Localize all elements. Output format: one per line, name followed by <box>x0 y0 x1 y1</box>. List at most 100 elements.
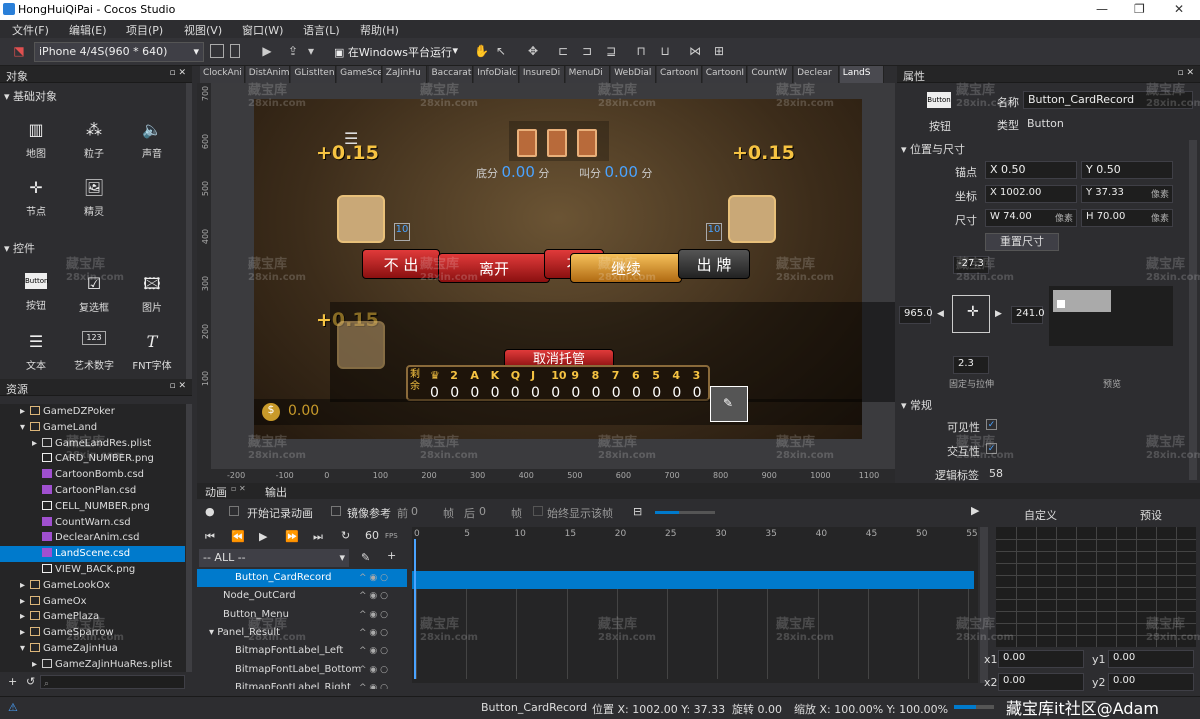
layer-visibility-icon[interactable]: ^ ◉ ○ <box>359 679 388 689</box>
object-sound[interactable]: 🔈 声音 <box>127 119 177 160</box>
scene-canvas[interactable]: 700 600 500 400 300 200 100 -200 -100 0 100 200 300… <box>197 83 895 483</box>
align-middle-icon[interactable]: ⊔ <box>658 44 672 58</box>
tag-value[interactable]: 58 <box>989 467 1003 480</box>
chevron-right-icon[interactable]: ▸ <box>20 404 30 420</box>
tab-animation[interactable]: 动画 <box>205 484 227 500</box>
export-icon[interactable]: ⇪ <box>286 44 300 58</box>
curve-tab-custom[interactable]: 自定义 <box>1024 507 1057 523</box>
add-icon[interactable]: + <box>8 675 17 688</box>
selected-track[interactable] <box>412 571 974 589</box>
document-tab[interactable]: ClockAni <box>200 66 245 83</box>
pass-button[interactable]: 不 出 <box>362 249 440 279</box>
prev-frame-icon[interactable]: ⏪ <box>231 530 245 543</box>
control-text[interactable]: ☰ 文本 <box>11 331 61 372</box>
control-artnum[interactable]: 123 艺术数字 <box>69 331 119 372</box>
resource-item[interactable]: ▾ GameLand <box>0 420 185 436</box>
chevron-right-icon[interactable]: ▸ <box>20 578 30 594</box>
objects-scrollbar[interactable] <box>186 83 192 379</box>
animation-layer[interactable]: Node_OutCard ^ ◉ ○ <box>197 587 407 605</box>
document-tab[interactable]: InsureDi <box>519 66 565 83</box>
resource-item[interactable]: CartoonBomb.csd <box>0 467 185 483</box>
loop-icon[interactable]: ↻ <box>341 529 350 542</box>
chevron-down-icon[interactable]: ▾ <box>20 641 30 657</box>
x2-input[interactable]: 0.00 <box>998 673 1084 691</box>
run-platform-select[interactable]: ▣ 在Windows平台运行 ▾ <box>330 42 460 62</box>
play-end-icon[interactable]: ▶ <box>971 504 979 517</box>
object-node[interactable]: ✛ 节点 <box>11 177 61 218</box>
layer-visibility-icon[interactable]: ^ ◉ ○ <box>359 642 388 660</box>
animation-layer[interactable]: ▾ Panel_Result ^ ◉ ○ <box>197 624 407 642</box>
align-left-icon[interactable]: ⊏ <box>556 44 570 58</box>
resource-item[interactable]: ▸ GameOx <box>0 594 185 610</box>
curve-grid[interactable] <box>996 527 1196 647</box>
resource-search-input[interactable]: ⌕ <box>40 675 185 689</box>
mirror-checkbox[interactable] <box>331 506 341 516</box>
menu-language[interactable]: 语言(L) <box>303 22 340 38</box>
y1-input[interactable]: 0.00 <box>1108 650 1194 668</box>
document-tab[interactable]: InfoDialc <box>474 66 519 83</box>
resource-item[interactable]: LandScene.csd <box>0 546 185 563</box>
margin-top-input[interactable]: -27.3 <box>953 256 989 274</box>
resource-item[interactable]: ▸ GameLookOx <box>0 578 185 594</box>
visible-checkbox[interactable]: ✓ <box>986 419 997 430</box>
margin-bottom-input[interactable]: 2.3 <box>953 356 989 374</box>
timeline[interactable]: 0 5 10 15 20 25 30 35 40 45 50 55 <box>412 527 978 683</box>
document-tab[interactable]: LandS <box>839 66 885 83</box>
resource-item[interactable]: ▸ GameZaJinHuaRes.plist <box>0 657 185 672</box>
status-zoom-slider[interactable] <box>954 705 994 709</box>
resource-item[interactable]: CARD_NUMBER.png <box>0 451 185 467</box>
edit-icon[interactable]: ✎ <box>361 551 370 564</box>
add-layer-icon[interactable]: + <box>387 549 396 562</box>
margin-left-input[interactable]: 965.0 <box>899 306 933 324</box>
controls-section[interactable]: ▾ 控件 <box>0 239 186 255</box>
document-tab[interactable]: CartoonI <box>702 66 748 83</box>
fps-value[interactable]: 60 <box>365 529 379 542</box>
layer-visibility-icon[interactable]: ^ ◉ ○ <box>359 606 388 624</box>
frame-icon[interactable]: ⊟ <box>633 505 642 518</box>
chevron-right-icon[interactable]: ▸ <box>20 609 30 625</box>
resource-item[interactable]: CartoonPlan.csd <box>0 483 185 499</box>
animation-layer[interactable]: Button_CardRecord ^ ◉ ○ <box>197 569 407 587</box>
leave-button[interactable]: 离开 <box>438 253 550 283</box>
control-fnt[interactable]: T FNT字体 <box>127 331 177 372</box>
panel-pin-icon[interactable]: ▫ ✕ <box>231 484 246 493</box>
object-sprite[interactable]: 🖼 精灵 <box>69 177 119 218</box>
chevron-down-icon[interactable]: ▾ <box>304 44 318 58</box>
publish-icon[interactable]: ⬔ <box>12 44 26 58</box>
layer-visibility-icon[interactable]: ^ ◉ ○ <box>359 587 388 605</box>
layer-visibility-icon[interactable]: ^ ◉ ○ <box>359 661 388 679</box>
panel-pin-icon[interactable]: ▫ ✕ <box>169 68 186 78</box>
record-checkbox[interactable] <box>229 506 239 516</box>
position-x-input[interactable]: X 1002.00 <box>985 185 1077 203</box>
maximize-icon[interactable]: ❐ <box>1134 2 1145 16</box>
document-tab[interactable]: Declear <box>794 66 839 83</box>
pin-left-icon[interactable]: ▶ <box>995 309 1002 319</box>
anchor-x-input[interactable]: X 0.50 <box>985 161 1077 179</box>
close-icon[interactable]: ✕ <box>1174 2 1184 16</box>
layer-visibility-icon[interactable]: ^ ◉ ○ <box>359 624 388 642</box>
panel-pin-icon[interactable]: ▫ ✕ <box>1177 68 1194 78</box>
card-record-button[interactable]: ✎ <box>710 386 748 422</box>
hand-icon[interactable]: ✋ <box>474 44 489 58</box>
animation-layer[interactable]: BitmapFontLabel_Bottom ^ ◉ ○ <box>197 661 407 679</box>
chevron-down-icon[interactable]: ▾ <box>20 420 30 436</box>
resources-scrollbar[interactable] <box>186 404 192 672</box>
refresh-icon[interactable]: ↺ <box>26 675 35 688</box>
resource-item[interactable]: DeclearAnim.csd <box>0 530 185 546</box>
y2-input[interactable]: 0.00 <box>1108 673 1194 691</box>
resource-item[interactable]: ▸ GamePlaza <box>0 609 185 625</box>
anchor-y-input[interactable]: Y 0.50 <box>1081 161 1173 179</box>
document-tab[interactable]: CountW <box>748 66 794 83</box>
tab-output[interactable]: 输出 <box>265 484 287 500</box>
menu-file[interactable]: 文件(F) <box>12 22 49 38</box>
stretch-widget[interactable]: ✛ <box>952 295 990 333</box>
align-top-icon[interactable]: ⊓ <box>634 44 648 58</box>
properties-scrollbar[interactable] <box>1189 140 1197 480</box>
menu-project[interactable]: 项目(P) <box>126 22 163 38</box>
control-checkbox[interactable]: ☑ 复选框 <box>69 273 119 314</box>
distribute-v-icon[interactable]: ⊞ <box>712 44 726 58</box>
document-tab[interactable]: Baccarat <box>428 66 474 83</box>
resource-item[interactable]: ▸ GameSparrow <box>0 625 185 641</box>
move-icon[interactable]: ✥ <box>526 44 540 58</box>
interactive-checkbox[interactable]: ✓ <box>986 443 997 454</box>
